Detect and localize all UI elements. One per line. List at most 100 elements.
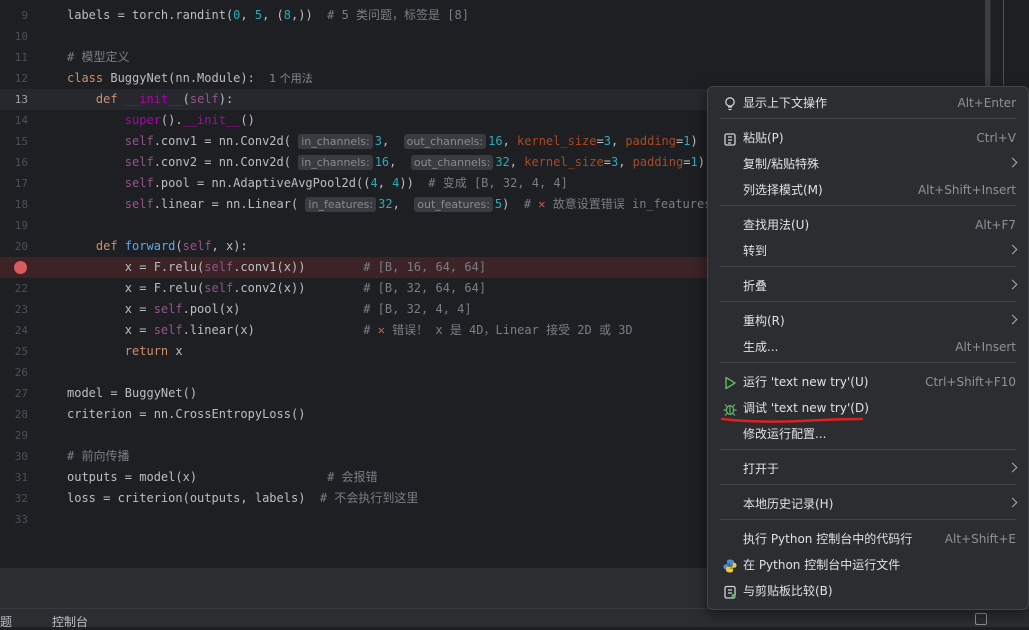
menu-copy-paste-special[interactable]: 复制/粘贴特殊 [714,151,1022,177]
menu-item-label: 运行 'text new try'(U) [743,375,869,389]
menu-generate[interactable]: 生成... Alt+Insert [714,334,1022,360]
code-text: class BuggyNet(nn.Module): 1 个用法 [67,71,313,85]
menu-refactor[interactable]: 重构(R) [714,308,1022,334]
line-number: 20 [14,240,28,253]
code-text: outputs = model(x) # 会报错 [67,470,378,484]
menu-exec-console-line[interactable]: 执行 Python 控制台中的代码行 Alt+Shift+E [714,526,1022,552]
menu-item-shortcut: Alt+Shift+E [944,532,1016,546]
menu-separator [720,484,1016,485]
menu-item-shortcut: Alt+Shift+Insert [917,183,1016,197]
menu-item-label: 生成... [743,340,779,354]
menu-item-label: 显示上下文操作 [743,96,828,110]
bottom-tab-strip: 问题 控制台 [0,608,1029,630]
chevron-right-icon [1007,244,1018,255]
line-number: 13 [14,93,28,106]
code-text: x = self.pool(x) # [B, 32, 4, 4] [67,302,472,316]
code-line[interactable]: 9 labels = torch.randint(0, 5, (8,)) # 5 … [0,5,990,26]
menu-paste[interactable]: 粘贴(P) Ctrl+V [714,125,1022,151]
code-text: loss = criterion(outputs, labels) # 不会执行… [67,491,419,505]
code-line[interactable]: 11 # 模型定义 [0,47,990,68]
menu-separator [720,519,1016,520]
tab-console[interactable]: 控制台 [52,613,88,630]
menu-item-shortcut: Ctrl+V [976,131,1016,145]
line-number: 24 [14,324,28,337]
menu-item-label: 与剪贴板比较(B) [743,584,833,598]
code-text: self.conv1 = nn.Conv2d( in_channels: 3, o… [124,134,698,149]
line-number: 19 [14,219,28,232]
red-underline-annotation [720,417,864,423]
bulb-icon [722,95,738,111]
compare-icon [722,583,738,599]
menu-item-label: 执行 Python 控制台中的代码行 [743,532,913,546]
menu-item-label: 在 Python 控制台中运行文件 [743,558,901,572]
code-text: return x [124,344,183,358]
line-number: 26 [14,366,28,379]
menu-item-label: 折叠 [743,279,768,293]
menu-separator [720,205,1016,206]
menu-local-history[interactable]: 本地历史记录(H) [714,491,1022,517]
code-text: self.pool = nn.AdaptiveAvgPool2d((4, 4))… [124,176,568,190]
code-text: criterion = nn.CrossEntropyLoss() [67,407,306,421]
context-menu: 显示上下文操作 Alt+Enter 粘贴(P) Ctrl+V 复制/粘贴特殊 列选择模式(… [707,86,1029,610]
menu-item-label: 粘贴(P) [743,131,784,145]
line-number: 14 [14,114,28,127]
menu-item-shortcut: Alt+Insert [955,340,1016,354]
code-text: x = F.relu(self.conv2(x)) # [B, 32, 64, … [67,281,487,295]
line-number: 9 [21,9,28,22]
code-text: def __init__(self): [95,92,234,106]
layout-icon[interactable] [975,613,987,625]
code-text: # 模型定义 [67,50,130,64]
menu-run-file-console[interactable]: 在 Python 控制台中运行文件 [714,552,1022,578]
menu-open-in[interactable]: 打开于 [714,456,1022,482]
menu-item-label: 打开于 [743,462,780,476]
code-text: x = self.linear(x) # ✕ 错误！ x 是 4D，Linear… [67,323,633,337]
clipboard-icon [722,130,738,146]
menu-item-shortcut: Alt+F7 [975,218,1016,232]
chevron-right-icon [1007,462,1018,473]
code-text: self.conv2 = nn.Conv2d( in_channels: 16, … [124,155,705,170]
menu-find-usages[interactable]: 查找用法(U) Alt+F7 [714,212,1022,238]
menu-separator [720,362,1016,363]
code-text: super().__init__() [124,113,255,127]
menu-item-label: 重构(R) [743,314,785,328]
line-number: 22 [14,282,28,295]
line-number: 17 [14,177,28,190]
line-number: 16 [14,156,28,169]
code-text: x = F.relu(self.conv1(x)) # [B, 16, 64, … [67,260,487,274]
menu-item-label: 转到 [743,244,768,258]
chevron-right-icon [1007,314,1018,325]
line-number: 15 [14,135,28,148]
line-number: 28 [14,408,28,421]
breakpoint-icon[interactable] [14,261,27,274]
menu-column-selection[interactable]: 列选择模式(M) Alt+Shift+Insert [714,177,1022,203]
line-number: 10 [14,30,28,43]
menu-separator [720,449,1016,450]
line-number: 31 [14,471,28,484]
chevron-right-icon [1007,497,1018,508]
menu-item-shortcut: Alt+Enter [957,96,1016,110]
menu-separator [720,118,1016,119]
code-text: # 前向传播 [67,449,130,463]
chevron-right-icon [1007,157,1018,168]
menu-compare-clipboard[interactable]: 与剪贴板比较(B) [714,578,1022,604]
menu-item-label: 列选择模式(M) [743,183,823,197]
menu-separator [720,301,1016,302]
menu-item-shortcut: Ctrl+Shift+F10 [925,375,1016,389]
menu-run[interactable]: 运行 'text new try'(U) Ctrl+Shift+F10 [714,369,1022,395]
menu-item-label: 本地历史记录(H) [743,497,834,511]
menu-goto[interactable]: 转到 [714,238,1022,264]
code-text: model = BuggyNet() [67,386,198,400]
chevron-right-icon [1007,279,1018,290]
code-text: labels = torch.randint(0, 5, (8,)) # 5 类… [67,8,469,22]
menu-folding[interactable]: 折叠 [714,273,1022,299]
line-number: 23 [14,303,28,316]
line-number: 11 [14,51,28,64]
code-text: def forward(self, x): [95,239,248,253]
tab-problems[interactable]: 问题 [0,613,12,630]
menu-item-label: 复制/粘贴特殊 [743,157,820,171]
menu-show-context-actions[interactable]: 显示上下文操作 Alt+Enter [714,90,1022,116]
run-icon [722,374,738,390]
debug-icon [722,400,738,416]
line-number: 18 [14,198,28,211]
code-line[interactable]: 10 [0,26,990,47]
